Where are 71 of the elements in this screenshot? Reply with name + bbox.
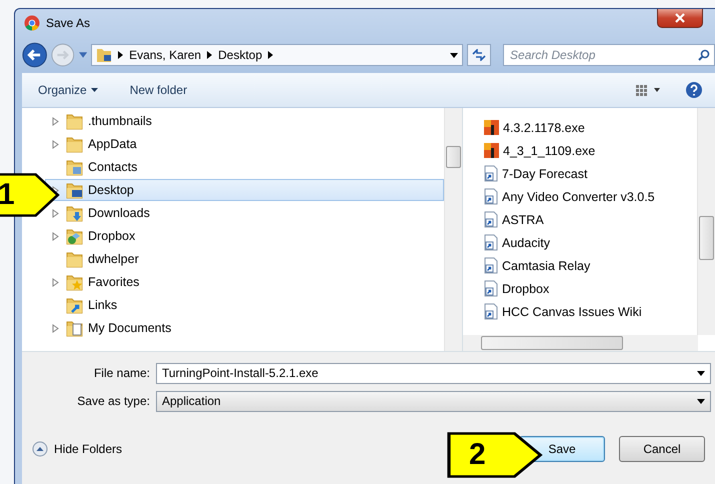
file-item[interactable]: 4.3.2.1178.exe bbox=[483, 116, 697, 139]
folder-tree-item[interactable]: Dropbox bbox=[45, 225, 444, 247]
folder-tree-item[interactable]: Desktop bbox=[45, 179, 444, 201]
new-folder-button[interactable]: New folder bbox=[126, 81, 192, 99]
address-bar[interactable]: Evans, Karen Desktop bbox=[91, 44, 464, 66]
shortcut-icon bbox=[483, 303, 499, 320]
file-item[interactable]: ASTRA bbox=[483, 208, 697, 231]
organize-menu[interactable]: Organize bbox=[34, 81, 102, 99]
program-icon bbox=[483, 119, 500, 136]
horizontal-scrollbar[interactable] bbox=[463, 335, 698, 351]
folder-tree-item[interactable]: My Documents bbox=[45, 317, 444, 339]
refresh-button[interactable] bbox=[467, 44, 492, 66]
shortcut-icon bbox=[483, 234, 499, 251]
program-icon bbox=[483, 142, 500, 159]
file-type-dropdown[interactable]: Application bbox=[156, 390, 711, 412]
field-label: Save as type: bbox=[76, 394, 151, 408]
shortcut-icon bbox=[483, 188, 499, 205]
folder-tree-item[interactable]: .thumbnails bbox=[45, 110, 444, 132]
view-options-icon[interactable] bbox=[635, 83, 661, 97]
caret-icon bbox=[90, 88, 98, 92]
history-dropdown-icon[interactable] bbox=[78, 52, 88, 58]
close-icon bbox=[674, 12, 686, 22]
special-folder-icon bbox=[66, 274, 84, 290]
special-folder-icon bbox=[66, 320, 84, 336]
folder-tree-item[interactable]: AppData bbox=[45, 133, 444, 155]
vertical-scrollbar[interactable] bbox=[697, 108, 715, 335]
special-folder-icon bbox=[66, 182, 84, 198]
browser-logo-icon bbox=[24, 15, 40, 31]
file-item[interactable]: HCC Canvas Issues Wiki bbox=[483, 300, 697, 323]
window-title: Save As bbox=[46, 16, 90, 30]
file-item[interactable]: Camtasia Relay bbox=[483, 254, 697, 277]
special-folder-icon bbox=[66, 158, 84, 176]
file-item[interactable]: Audacity bbox=[483, 231, 697, 254]
breadcrumb-arrow-icon[interactable] bbox=[268, 51, 274, 59]
vertical-scrollbar[interactable] bbox=[444, 108, 462, 351]
refresh-icon bbox=[472, 49, 486, 61]
dropdown-caret-icon[interactable] bbox=[450, 52, 458, 58]
search-icon bbox=[698, 49, 710, 61]
shortcut-icon bbox=[483, 211, 499, 228]
caret-icon[interactable] bbox=[697, 370, 705, 376]
folder-icon bbox=[96, 47, 112, 63]
special-folder-icon bbox=[66, 228, 84, 244]
file-name-field[interactable]: TurningPoint-Install-5.2.1.exe bbox=[156, 362, 711, 384]
chevron-up-icon bbox=[32, 441, 48, 457]
folder-tree-item[interactable]: dwhelper bbox=[45, 248, 444, 270]
folder-icon bbox=[66, 136, 84, 152]
breadcrumb-arrow-icon[interactable] bbox=[207, 51, 212, 59]
hide-folders-button[interactable]: Hide Folders bbox=[32, 441, 122, 457]
file-item[interactable]: 7-Day Forecast bbox=[483, 162, 697, 185]
close-button[interactable] bbox=[657, 9, 703, 28]
file-item[interactable]: Dropbox bbox=[483, 277, 697, 300]
shortcut-icon bbox=[483, 280, 499, 297]
special-folder-icon bbox=[66, 204, 84, 222]
folder-tree-item[interactable]: Favorites bbox=[45, 271, 444, 293]
search-field[interactable]: Search Desktop bbox=[503, 44, 715, 66]
special-folder-icon bbox=[66, 296, 84, 314]
folder-tree-item[interactable]: Links bbox=[45, 294, 444, 316]
help-icon[interactable] bbox=[685, 81, 703, 99]
shortcut-icon bbox=[483, 257, 499, 274]
back-button-icon[interactable] bbox=[22, 41, 48, 69]
file-item[interactable]: Any Video Converter v3.0.5 bbox=[483, 185, 697, 208]
file-item[interactable]: 4_3_1_1109.exe bbox=[483, 139, 697, 162]
caret-icon[interactable] bbox=[697, 398, 705, 404]
folder-icon bbox=[66, 250, 84, 268]
breadcrumb-arrow-icon[interactable] bbox=[118, 51, 124, 59]
shortcut-icon bbox=[483, 165, 499, 182]
dialog-button[interactable]: Cancel bbox=[619, 436, 705, 462]
field-label: File name: bbox=[92, 366, 151, 380]
folder-icon bbox=[66, 112, 84, 130]
breadcrumb[interactable]: Desktop bbox=[218, 48, 262, 62]
breadcrumb[interactable]: Evans, Karen bbox=[129, 48, 202, 62]
